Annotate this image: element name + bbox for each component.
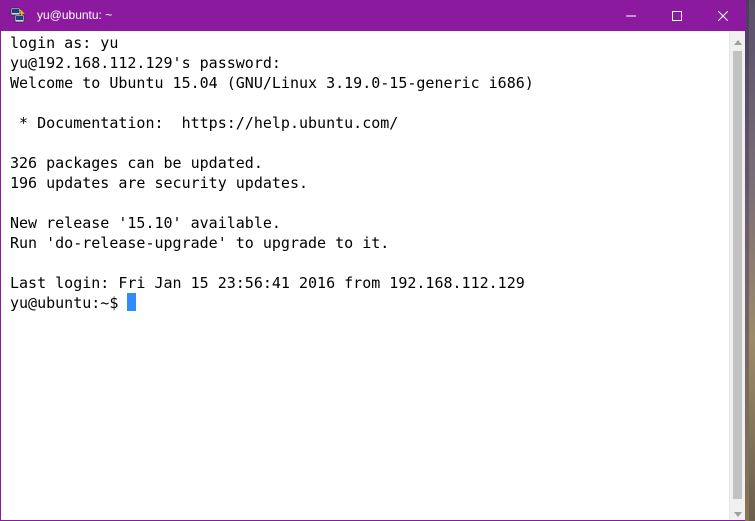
maximize-icon bbox=[672, 6, 682, 25]
desktop-background bbox=[749, 0, 755, 521]
terminal-line: 196 updates are security updates. bbox=[10, 174, 309, 192]
terminal-line: 326 packages can be updated. bbox=[10, 154, 263, 172]
close-icon bbox=[717, 6, 729, 25]
chevron-down-icon bbox=[734, 502, 742, 521]
terminal-line: login as: yu bbox=[10, 34, 119, 52]
scrollbar-thumb[interactable] bbox=[733, 51, 742, 499]
scroll-up-button[interactable] bbox=[730, 31, 746, 48]
terminal-line: yu@192.168.112.129's password: bbox=[10, 54, 281, 72]
putty-icon[interactable] bbox=[10, 7, 26, 23]
terminal-line: Last login: Fri Jan 15 23:56:41 2016 fro… bbox=[10, 274, 525, 292]
title-bar[interactable]: yu@ubuntu: ~ bbox=[1, 0, 746, 31]
maximize-button[interactable] bbox=[654, 0, 700, 31]
text-cursor bbox=[127, 293, 137, 311]
terminal-line: * Documentation: https://help.ubuntu.com… bbox=[10, 114, 399, 132]
terminal-line: Run 'do-release-upgrade' to upgrade to i… bbox=[10, 234, 390, 252]
minimize-icon bbox=[626, 6, 636, 25]
close-button[interactable] bbox=[700, 0, 746, 31]
scroll-down-button[interactable] bbox=[730, 503, 746, 520]
window-title: yu@ubuntu: ~ bbox=[37, 8, 113, 22]
shell-prompt: yu@ubuntu:~$ bbox=[10, 294, 128, 312]
terminal-output[interactable]: login as: yu yu@192.168.112.129's passwo… bbox=[1, 31, 729, 520]
terminal-line: New release '15.10' available. bbox=[10, 214, 281, 232]
terminal-line: Welcome to Ubuntu 15.04 (GNU/Linux 3.19.… bbox=[10, 74, 534, 92]
chevron-up-icon bbox=[734, 30, 742, 49]
vertical-scrollbar[interactable] bbox=[729, 31, 745, 520]
terminal-window[interactable]: yu@ubuntu: ~ login as: yu yu@192.168.112… bbox=[0, 0, 746, 521]
terminal-lines: login as: yu yu@192.168.112.129's passwo… bbox=[10, 33, 534, 313]
prompt-line[interactable]: yu@ubuntu:~$ bbox=[10, 293, 534, 313]
minimize-button[interactable] bbox=[608, 0, 654, 31]
